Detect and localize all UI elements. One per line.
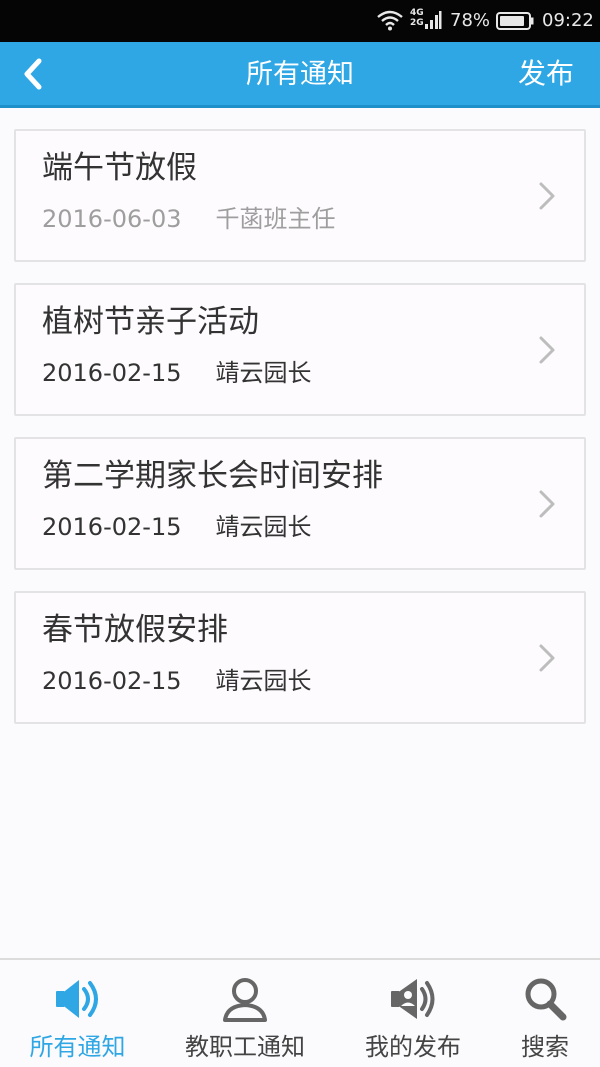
bottom-nav: 所有通知 教职工通知 我的发布 搜索 [0,958,600,1067]
notice-meta: 2016-02-15 靖云园长 [42,511,311,543]
notice-author: 千菡班主任 [215,205,336,233]
battery-icon [496,12,534,30]
network-type: 4G 2G [410,8,424,28]
chevron-right-icon [539,644,555,672]
tab-label: 搜索 [521,1033,569,1061]
battery-percent: 78% [450,10,491,31]
notice-meta: 2016-06-03 千菡班主任 [42,203,335,235]
signal-icon [425,11,442,29]
notice-author: 靖云园长 [215,359,312,387]
chevron-right-icon [539,490,555,518]
status-bar: 4G 2G 78% 09:22 [0,0,600,42]
notice-meta: 2016-02-15 靖云园长 [42,665,311,697]
notice-date: 2016-02-15 [42,513,182,541]
search-icon [525,978,567,1021]
notice-item[interactable]: 植树节亲子活动 2016-02-15 靖云园长 [14,283,586,416]
notice-date: 2016-02-15 [42,359,182,387]
notice-title: 端午节放假 [42,150,197,186]
notice-item[interactable]: 春节放假安排 2016-02-15 靖云园长 [14,591,586,724]
speaker-person-icon [391,979,435,1019]
tab-staff-notices[interactable]: 教职工通知 [166,960,324,1067]
chevron-right-icon [539,336,555,364]
wifi-icon [377,10,403,31]
notice-title: 植树节亲子活动 [42,304,259,340]
page-title: 所有通知 [246,59,354,90]
chevron-right-icon [539,182,555,210]
notice-author: 靖云园长 [215,667,312,695]
notice-item[interactable]: 第二学期家长会时间安排 2016-02-15 靖云园长 [14,437,586,570]
title-bar: 所有通知 发布 [0,42,600,108]
tab-all-notices[interactable]: 所有通知 [0,960,155,1067]
notice-title: 春节放假安排 [42,612,228,648]
publish-button[interactable]: 发布 [518,56,574,92]
notice-date: 2016-06-03 [42,205,182,233]
notice-meta: 2016-02-15 靖云园长 [42,357,311,389]
notice-author: 靖云园长 [215,513,312,541]
tab-label: 所有通知 [29,1033,126,1061]
tab-my-publications[interactable]: 我的发布 [340,960,486,1067]
tab-search[interactable]: 搜索 [494,960,596,1067]
speaker-icon [55,980,98,1018]
status-time: 09:22 [542,10,594,31]
tab-label: 教职工通知 [185,1033,305,1061]
notice-item[interactable]: 端午节放假 2016-06-03 千菡班主任 [14,129,586,262]
notice-date: 2016-02-15 [42,667,182,695]
notice-list: 端午节放假 2016-06-03 千菡班主任 植树节亲子活动 2016-02-15… [14,129,586,745]
person-icon [223,978,267,1022]
notice-title: 第二学期家长会时间安排 [42,458,383,494]
tab-label: 我的发布 [365,1033,461,1061]
